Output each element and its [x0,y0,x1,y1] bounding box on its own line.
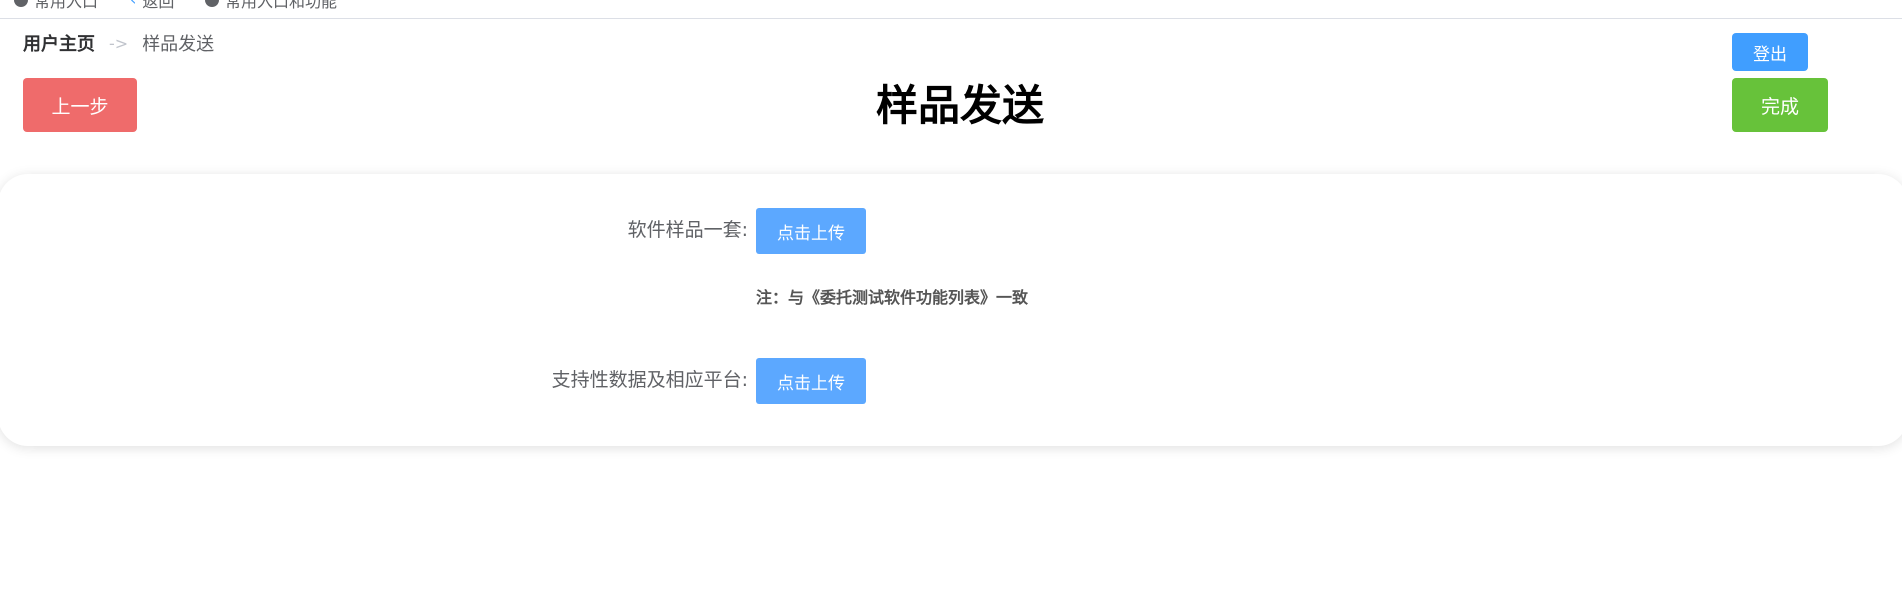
upload-form-card: 软件样品一套: 点击上传 注：与《委托测试软件功能列表》一致 支持性数据及相应平… [0,174,1902,446]
breadcrumb: 用户主页 -> 样品发送 [23,30,215,56]
support-data-upload-button[interactable]: 点击上传 [756,358,866,404]
top-tab-strip: 常用入口 ‹ 返回 常用入口和功能 [0,0,1902,19]
logout-button[interactable]: 登出 [1732,33,1808,71]
note-text: 注：与《委托测试软件功能列表》一致 [756,288,1029,307]
top-tab-2[interactable]: 常用入口和功能 [205,0,338,11]
top-tab-0[interactable]: 常用入口 [14,0,99,11]
finish-button[interactable]: 完成 [1732,78,1828,132]
breadcrumb-current: 样品发送 [142,34,215,55]
page: 常用入口 ‹ 返回 常用入口和功能 用户主页 -> 样品发送 登出 上一步 样品… [0,0,1902,594]
top-tab-label: 常用入口 [34,0,99,11]
circle-icon [205,0,219,7]
software-sample-label: 软件样品一套: [627,219,748,241]
software-sample-upload-button[interactable]: 点击上传 [756,208,866,254]
page-title: 样品发送 [875,81,1044,130]
back-arrow-icon: ‹ [130,0,136,8]
previous-step-button[interactable]: 上一步 [23,78,137,132]
breadcrumb-home-link[interactable]: 用户主页 [23,30,95,56]
top-tab-label: 常用入口和功能 [225,0,338,11]
top-tab-label: 返回 [142,0,175,11]
top-tab-1[interactable]: ‹ 返回 [130,0,175,11]
circle-icon [14,0,28,7]
support-data-label: 支持性数据及相应平台: [551,369,748,391]
breadcrumb-separator: -> [109,33,129,53]
